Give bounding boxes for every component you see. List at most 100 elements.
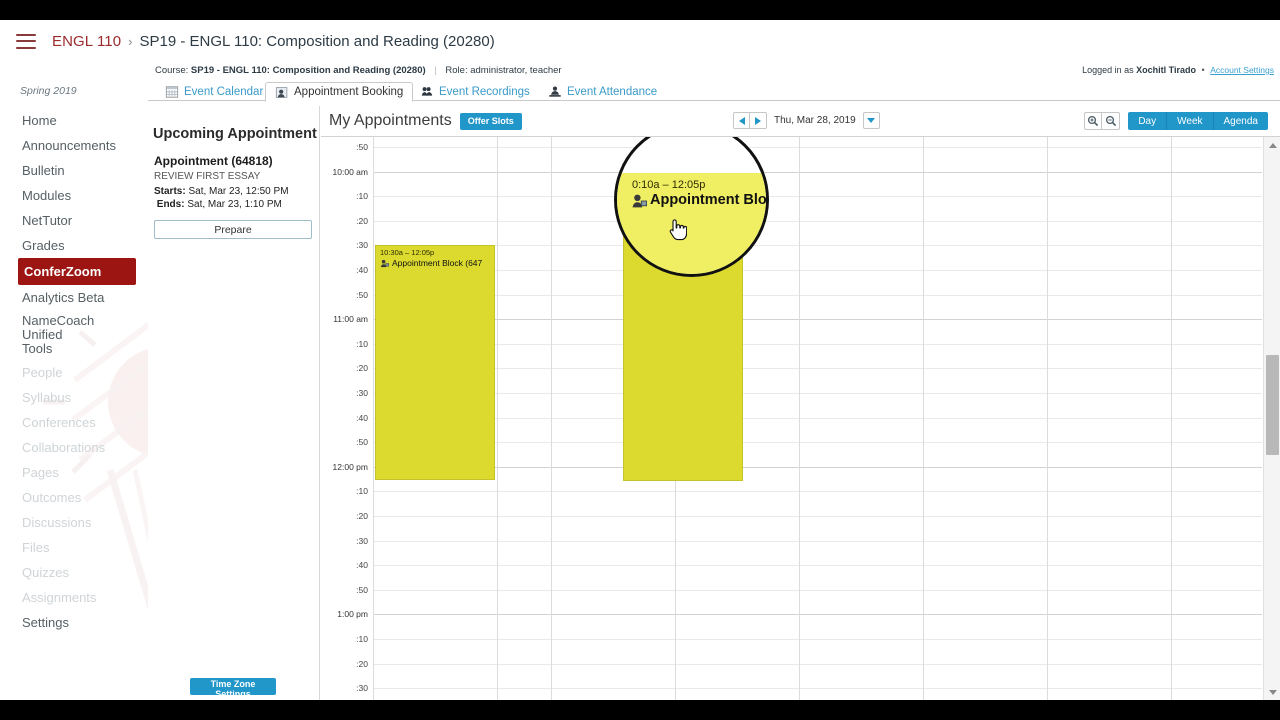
sidebar-item-collaborations[interactable]: Collaborations [0, 435, 148, 460]
sidebar-item-files[interactable]: Files [0, 535, 148, 560]
grid-hour-line [373, 516, 1262, 517]
time-label: :50 [356, 437, 368, 448]
sidebar-item-outcomes[interactable]: Outcomes [0, 485, 148, 510]
time-label: 1:00 pm [337, 609, 368, 620]
grid-hour-line [373, 491, 1262, 493]
calendar-vertical-scrollbar[interactable] [1263, 137, 1280, 700]
tab-event-recordings[interactable]: Event Recordings [411, 82, 539, 101]
sidebar-item-discussions[interactable]: Discussions [0, 510, 148, 535]
sidebar-item-nettutor[interactable]: NetTutor [0, 208, 148, 233]
sidebar-item-quizzes[interactable]: Quizzes [0, 560, 148, 585]
zoom-out-button[interactable] [1102, 112, 1121, 130]
tab-label-event-calendar: Event Calendar [184, 85, 264, 98]
magnified-appointment-name: Appointment Block [650, 192, 767, 208]
sidebar-item-conferzoom[interactable]: ConferZoom [18, 258, 136, 285]
sidebar-item-modules[interactable]: Modules [0, 183, 148, 208]
breadcrumb-course-code[interactable]: ENGL 110 [52, 33, 121, 50]
grid-hour-line [373, 147, 1262, 148]
time-label: :50 [356, 142, 368, 152]
appointment-block-1[interactable]: 10:30a – 12:05p Appointment Block (647 [375, 245, 495, 480]
sidebar-item-home[interactable]: Home [0, 108, 148, 133]
attendance-people-icon [549, 86, 561, 97]
sidebar-item-assignments[interactable]: Assignments [0, 585, 148, 610]
prepare-button[interactable]: Prepare [154, 220, 312, 239]
appointment-block-1-time: 10:30a – 12:05p [380, 248, 435, 257]
grid-hour-line [373, 294, 1262, 296]
time-zone-settings-button[interactable]: Time Zone Settings [190, 678, 276, 699]
next-day-button[interactable] [750, 112, 767, 129]
time-label: :20 [356, 215, 368, 226]
course-role-info: Course: SP19 - ENGL 110: Composition and… [155, 65, 562, 76]
role-value: administrator, teacher [470, 65, 562, 76]
sidebar-item-people[interactable]: People [0, 360, 148, 385]
previous-day-button[interactable] [733, 112, 750, 129]
person-booking-icon [275, 86, 288, 98]
time-label: :30 [356, 535, 368, 546]
scrollbar-thumb[interactable] [1266, 355, 1279, 455]
calendar-grid: :50 10:00 am:10:20:30:40:50 11:00 am:10:20… [321, 136, 1280, 700]
hamburger-menu-icon[interactable] [16, 33, 36, 49]
time-label: :20 [356, 511, 368, 521]
video-camera-icon [421, 87, 433, 96]
dot-separator: • [1201, 65, 1205, 75]
grid-hour-line [373, 589, 1262, 591]
calendar-toolbar: My Appointments Offer Slots Thu, Mar 28,… [321, 106, 1280, 136]
sidebar-item-bulletin[interactable]: Bulletin [0, 158, 148, 183]
calendar-grid-icon [165, 86, 179, 98]
triangle-left-icon [738, 116, 745, 125]
view-day-button[interactable]: Day [1128, 112, 1168, 130]
grid-column-line [1171, 137, 1172, 700]
date-picker-dropdown-button[interactable] [862, 112, 880, 129]
grid-column-line [551, 137, 552, 700]
tab-event-calendar[interactable]: Event Calendar [156, 82, 272, 101]
sidebar-item-namecoach-unified-tools[interactable]: NameCoach Unified Tools [0, 310, 96, 360]
grid-column-line [373, 137, 374, 700]
appointment-times: Starts: Sat, Mar 23, 12:50 PM Ends: Sat,… [154, 185, 319, 211]
time-label: :10 [356, 191, 368, 202]
pointing-hand-cursor [669, 219, 687, 241]
sidebar-item-grades[interactable]: Grades [0, 233, 148, 258]
magnifier-plus-icon [1088, 115, 1099, 127]
scroll-down-arrow-icon [1268, 689, 1277, 695]
zoom-in-button[interactable] [1084, 112, 1103, 130]
calendar-title: My Appointments [329, 112, 452, 129]
scroll-down-button[interactable] [1264, 684, 1280, 700]
sidebar-item-conferences[interactable]: Conferences [0, 410, 148, 435]
top-breadcrumb-bar: ENGL 110 › SP19 - ENGL 110: Composition … [0, 20, 1280, 62]
appointments-calendar: My Appointments Offer Slots Thu, Mar 28,… [321, 106, 1280, 700]
grid-hour-line [373, 393, 1262, 394]
time-label: :10 [356, 486, 368, 497]
grid-hour-line [373, 663, 1262, 665]
account-settings-link[interactable]: Account Settings [1210, 65, 1274, 75]
triangle-right-icon [755, 116, 761, 125]
view-week-button[interactable]: Week [1167, 112, 1214, 130]
sidebar-item-pages[interactable]: Pages [0, 460, 148, 485]
grid-hour-line [373, 417, 1262, 419]
current-date-label: Thu, Mar 28, 2019 [774, 115, 856, 126]
calendar-grid-body[interactable] [373, 137, 1262, 700]
time-label: :40 [356, 265, 368, 275]
breadcrumb-course-title[interactable]: SP19 - ENGL 110: Composition and Reading… [140, 33, 495, 50]
appointment-description: REVIEW FIRST ESSAY [154, 171, 261, 182]
tab-appointment-booking[interactable]: Appointment Booking [265, 82, 414, 102]
sidebar-item-analytics-beta[interactable]: Analytics Beta [0, 285, 148, 310]
course-info-strip: Course: SP19 - ENGL 110: Composition and… [0, 63, 1280, 81]
sidebar-item-syllabus[interactable]: Syllabus [0, 385, 148, 410]
course-label: Course: [155, 65, 189, 76]
starts-label: Starts: [154, 186, 186, 197]
sidebar-item-settings[interactable]: Settings [0, 610, 148, 635]
tab-event-attendance[interactable]: Event Attendance [539, 82, 666, 101]
grid-hour-line [373, 171, 1262, 173]
time-label: 10:00 am [332, 166, 368, 177]
appointment-name: Appointment (64818) [154, 154, 273, 168]
view-agenda-button[interactable]: Agenda [1213, 112, 1268, 130]
sidebar-item-announcements[interactable]: Announcements [0, 133, 148, 158]
offer-slots-button[interactable]: Offer Slots [459, 112, 522, 130]
appointment-block-1-name: Appointment Block (647 [392, 258, 483, 268]
grid-column-line [1047, 137, 1048, 700]
time-label: :10 [356, 634, 368, 644]
scroll-up-button[interactable] [1264, 137, 1280, 153]
logged-in-prefix: Logged in as [1082, 65, 1134, 75]
letterbox-bottom [0, 700, 1280, 720]
upcoming-appointment-heading: Upcoming Appointment [153, 126, 317, 142]
